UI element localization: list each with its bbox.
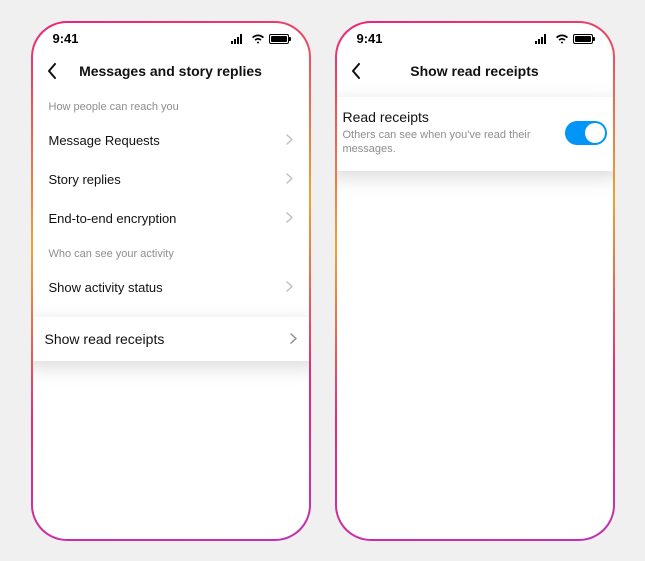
status-time: 9:41 [357, 31, 383, 46]
battery-icon [573, 34, 593, 44]
chevron-right-icon [286, 133, 293, 148]
row-e2e-encryption[interactable]: End-to-end encryption [33, 199, 309, 238]
screen-right: 9:41 Show read receipts Read receipts Ot… [337, 23, 613, 539]
status-icons [535, 34, 593, 44]
chevron-right-icon [290, 331, 297, 347]
card-subtitle: Others can see when you've read their me… [343, 128, 553, 158]
phone-left: 9:41 Messages and story replies How peop… [31, 21, 311, 541]
page-title: Show read receipts [369, 63, 581, 79]
row-label: Message Requests [49, 133, 160, 148]
row-message-requests[interactable]: Message Requests [33, 121, 309, 160]
chevron-right-icon [286, 172, 293, 187]
battery-icon [269, 34, 289, 44]
chevron-right-icon [286, 280, 293, 295]
status-bar: 9:41 [33, 23, 309, 55]
status-bar: 9:41 [337, 23, 613, 55]
page-title: Messages and story replies [65, 63, 277, 79]
section-reach-you: How people can reach you [33, 91, 309, 121]
back-button[interactable] [351, 63, 369, 79]
row-label: Show activity status [49, 280, 163, 295]
phone-right: 9:41 Show read receipts Read receipts Ot… [335, 21, 615, 541]
row-story-replies[interactable]: Story replies [33, 160, 309, 199]
cell-signal-icon [231, 34, 247, 44]
header: Show read receipts [337, 55, 613, 91]
row-label: Story replies [49, 172, 121, 187]
cell-signal-icon [535, 34, 551, 44]
chevron-right-icon [286, 211, 293, 226]
row-show-read-receipts[interactable]: Show read receipts [33, 317, 309, 361]
wifi-icon [555, 34, 569, 44]
wifi-icon [251, 34, 265, 44]
status-icons [231, 34, 289, 44]
header: Messages and story replies [33, 55, 309, 91]
screen-left: 9:41 Messages and story replies How peop… [33, 23, 309, 539]
read-receipts-card: Read receipts Others can see when you've… [337, 97, 613, 172]
read-receipts-toggle[interactable] [565, 121, 607, 145]
row-label: Show read receipts [45, 331, 165, 347]
row-activity-status[interactable]: Show activity status [33, 268, 309, 307]
status-time: 9:41 [53, 31, 79, 46]
section-activity: Who can see your activity [33, 238, 309, 268]
card-title: Read receipts [343, 109, 553, 125]
row-label: End-to-end encryption [49, 211, 177, 226]
back-button[interactable] [47, 63, 65, 79]
